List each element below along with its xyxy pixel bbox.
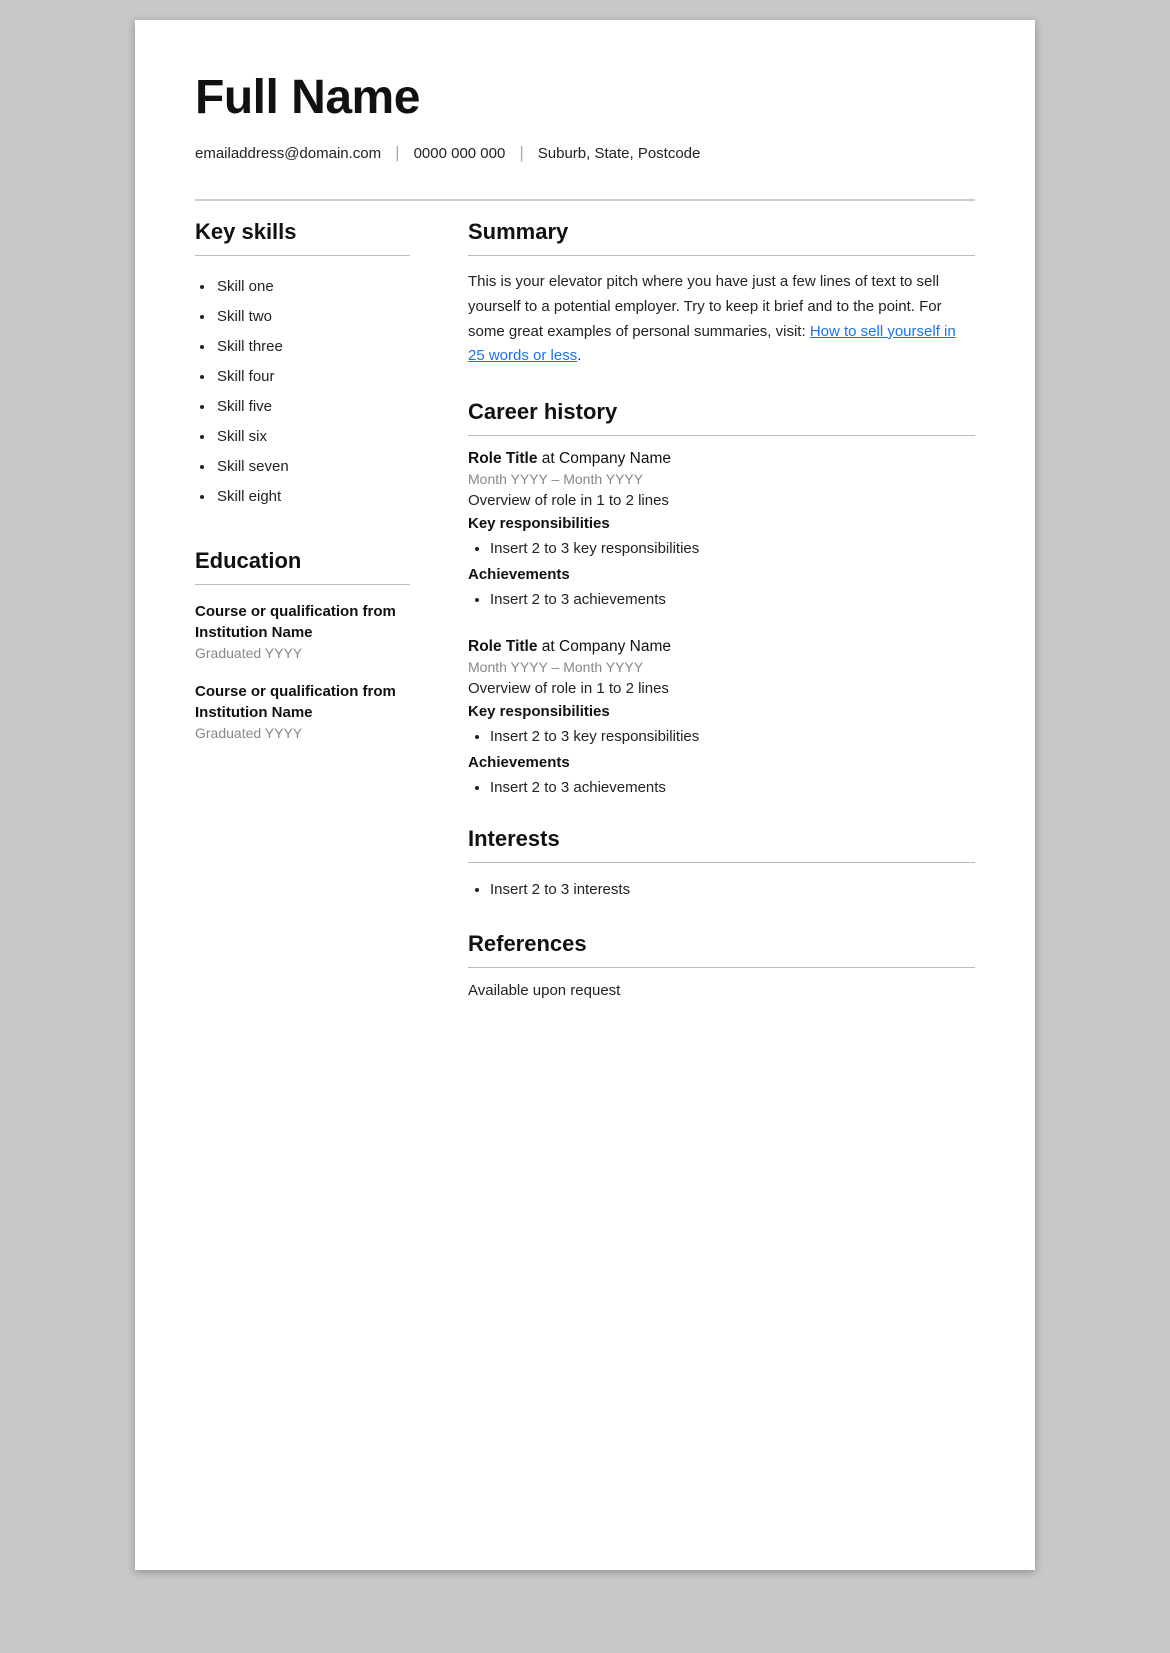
- list-item: Insert 2 to 3 achievements: [490, 587, 975, 613]
- list-item: Skill seven: [215, 452, 410, 482]
- job-achievements-list-1: Insert 2 to 3 achievements: [468, 587, 975, 613]
- job-overview-1: Overview of role in 1 to 2 lines: [468, 492, 975, 509]
- references-text: Available upon request: [468, 982, 975, 999]
- job-overview-2: Overview of role in 1 to 2 lines: [468, 680, 975, 697]
- skills-list: Skill one Skill two Skill three Skill fo…: [195, 272, 410, 512]
- job-title-2: Role Title: [468, 638, 537, 655]
- education-section: Education Course or qualification from I…: [195, 548, 410, 741]
- career-title: Career history: [468, 399, 975, 425]
- interests-divider: [468, 862, 975, 863]
- job-title-1: Role Title: [468, 450, 537, 467]
- list-item: Skill four: [215, 362, 410, 392]
- skills-section: Key skills Skill one Skill two Skill thr…: [195, 219, 410, 512]
- job-title-line-2: Role Title at Company Name: [468, 638, 975, 656]
- interests-list: Insert 2 to 3 interests: [468, 877, 975, 903]
- separator-1: |: [395, 143, 399, 163]
- list-item: Skill eight: [215, 482, 410, 512]
- list-item: Insert 2 to 3 key responsibilities: [490, 536, 975, 562]
- job-responsibilities-title-2: Key responsibilities: [468, 703, 975, 720]
- job-dates-1: Month YYYY – Month YYYY: [468, 471, 975, 487]
- header: Full Name emailaddress@domain.com | 0000…: [195, 70, 975, 163]
- edu-graduated-1: Graduated YYYY: [195, 645, 410, 661]
- job-achievements-title-2: Achievements: [468, 754, 975, 771]
- references-title: References: [468, 931, 975, 957]
- job-dates-2: Month YYYY – Month YYYY: [468, 659, 975, 675]
- email: emailaddress@domain.com: [195, 145, 381, 162]
- job-title-line-1: Role Title at Company Name: [468, 450, 975, 468]
- list-item: Skill one: [215, 272, 410, 302]
- list-item: Skill three: [215, 332, 410, 362]
- job-company-text-2: at Company Name: [542, 638, 671, 655]
- summary-divider: [468, 255, 975, 256]
- job-achievements-title-1: Achievements: [468, 566, 975, 583]
- summary-text: This is your elevator pitch where you ha…: [468, 270, 975, 369]
- job-entry-2: Role Title at Company Name Month YYYY – …: [468, 638, 975, 800]
- contact-bar: emailaddress@domain.com | 0000 000 000 |…: [195, 143, 975, 163]
- summary-suffix: .: [577, 347, 581, 364]
- education-title: Education: [195, 548, 410, 574]
- job-entry-1: Role Title at Company Name Month YYYY – …: [468, 450, 975, 612]
- list-item: Skill six: [215, 422, 410, 452]
- job-responsibilities-list-1: Insert 2 to 3 key responsibilities: [468, 536, 975, 562]
- references-divider: [468, 967, 975, 968]
- references-section: References Available upon request: [468, 931, 975, 999]
- education-divider: [195, 584, 410, 585]
- edu-graduated-2: Graduated YYYY: [195, 725, 410, 741]
- interests-section: Interests Insert 2 to 3 interests: [468, 826, 975, 903]
- right-column: Summary This is your elevator pitch wher…: [440, 219, 975, 999]
- career-divider: [468, 435, 975, 436]
- summary-section: Summary This is your elevator pitch wher…: [468, 219, 975, 369]
- job-responsibilities-title-1: Key responsibilities: [468, 515, 975, 532]
- left-column: Key skills Skill one Skill two Skill thr…: [195, 219, 440, 999]
- list-item: Insert 2 to 3 key responsibilities: [490, 724, 975, 750]
- main-divider: [195, 199, 975, 201]
- edu-course-1: Course or qualification from Institution…: [195, 601, 410, 643]
- job-company-text-1: at Company Name: [542, 450, 671, 467]
- separator-2: |: [519, 143, 523, 163]
- skills-title: Key skills: [195, 219, 410, 245]
- summary-title: Summary: [468, 219, 975, 245]
- career-history-section: Career history Role Title at Company Nam…: [468, 399, 975, 800]
- list-item: Insert 2 to 3 achievements: [490, 775, 975, 801]
- edu-course-2: Course or qualification from Institution…: [195, 681, 410, 723]
- list-item: Skill five: [215, 392, 410, 422]
- job-responsibilities-list-2: Insert 2 to 3 key responsibilities: [468, 724, 975, 750]
- edu-entry-1: Course or qualification from Institution…: [195, 601, 410, 661]
- interests-title: Interests: [468, 826, 975, 852]
- phone: 0000 000 000: [414, 145, 506, 162]
- resume-page: Full Name emailaddress@domain.com | 0000…: [135, 20, 1035, 1570]
- skills-divider: [195, 255, 410, 256]
- list-item: Skill two: [215, 302, 410, 332]
- job-achievements-list-2: Insert 2 to 3 achievements: [468, 775, 975, 801]
- list-item: Insert 2 to 3 interests: [490, 877, 975, 903]
- location: Suburb, State, Postcode: [538, 145, 701, 162]
- two-col-layout: Key skills Skill one Skill two Skill thr…: [195, 219, 975, 999]
- full-name: Full Name: [195, 70, 975, 125]
- edu-entry-2: Course or qualification from Institution…: [195, 681, 410, 741]
